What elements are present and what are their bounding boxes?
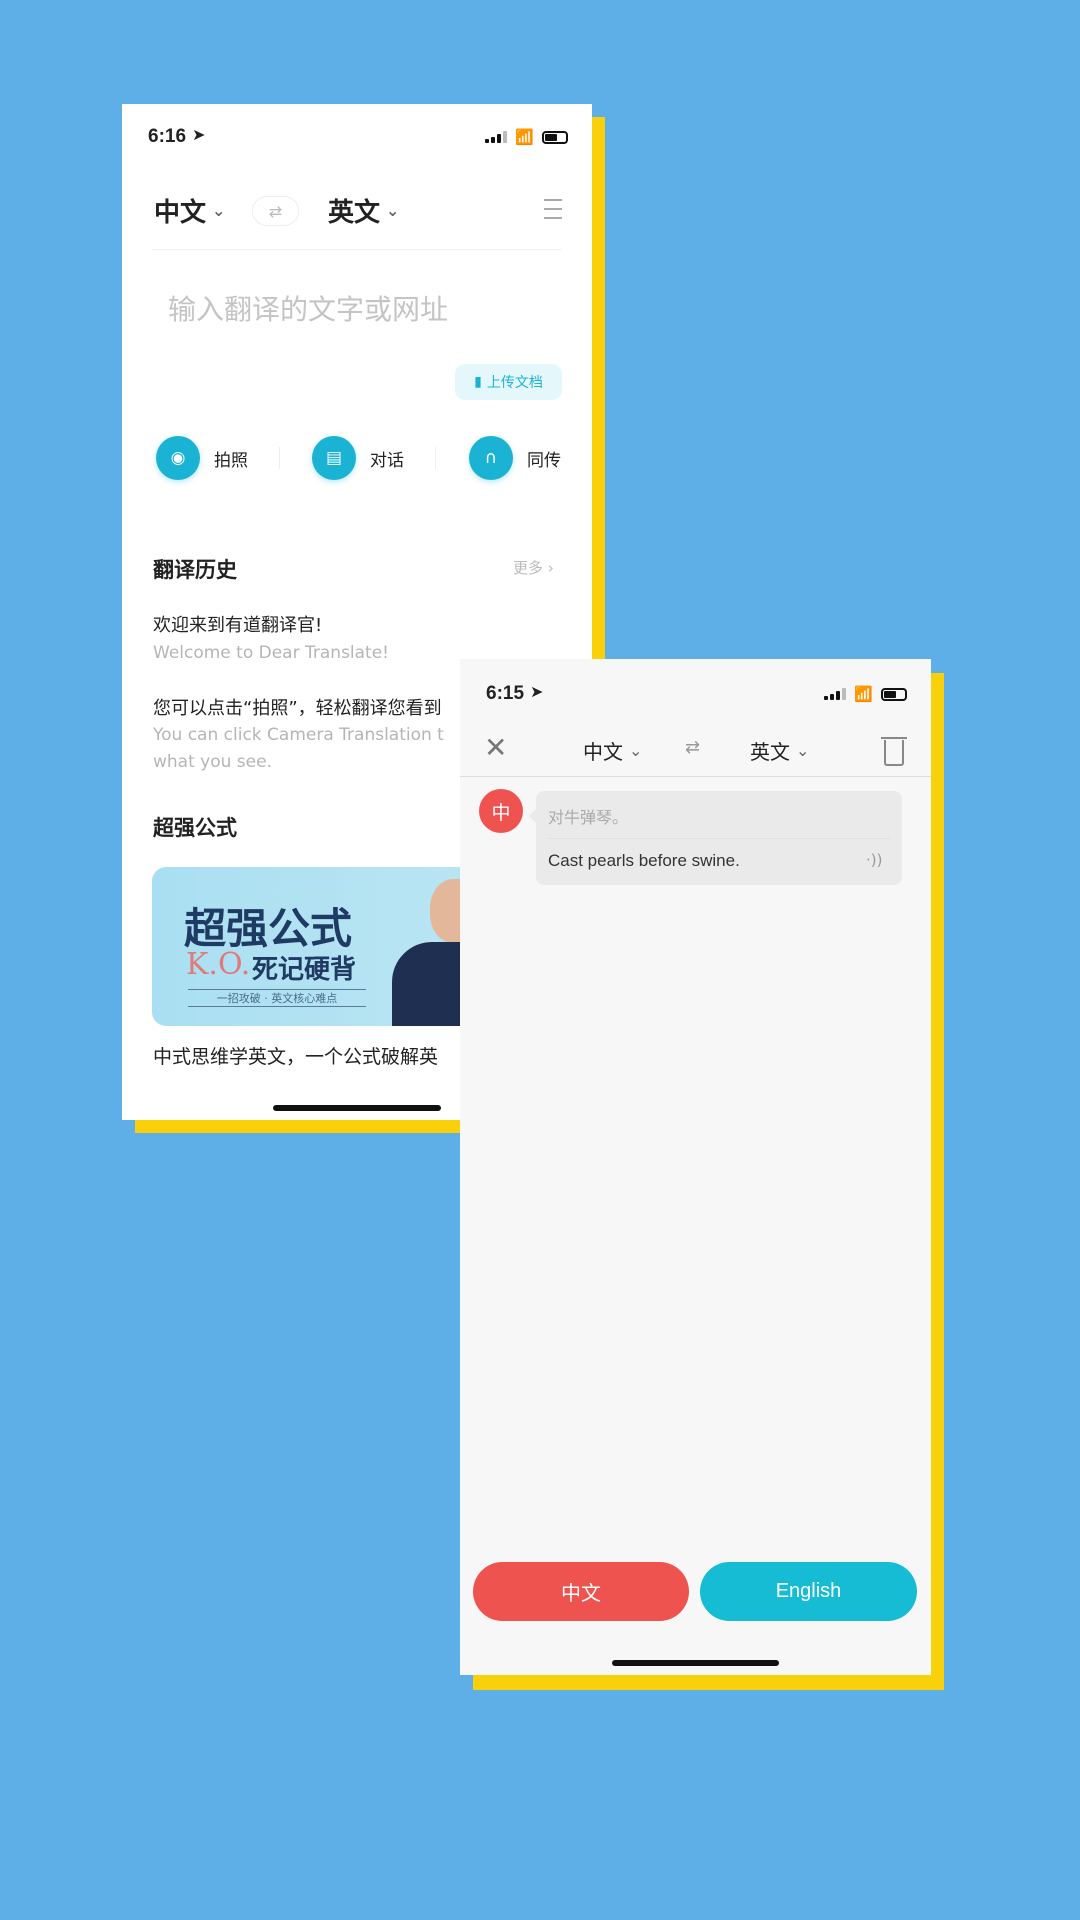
menu-icon[interactable] (544, 199, 562, 219)
history-item-zh[interactable]: 欢迎来到有道翻译官! (153, 611, 322, 637)
signal-icon (824, 688, 847, 700)
history-item-en: You can click Camera Translation t (153, 725, 444, 745)
translate-input[interactable]: 输入翻译的文字或网址 (168, 288, 448, 328)
home-indicator (612, 1660, 779, 1666)
close-icon[interactable]: ✕ (484, 731, 507, 764)
target-lang: 英文 (328, 198, 381, 228)
status-time: 6:16 (148, 126, 187, 147)
message-bubble[interactable]: 对牛弹琴。 Cast pearls before swine. ·)) (529, 791, 902, 885)
chevron-down-icon: ⌄ (796, 741, 810, 760)
simultaneous-icon: ∩ (469, 436, 513, 480)
trash-icon[interactable] (881, 737, 907, 766)
status-icons: 📶 (485, 128, 568, 146)
divider (152, 249, 562, 250)
battery-icon (881, 687, 907, 701)
chat-icon: ▤ (312, 436, 356, 480)
source-text: 对牛弹琴。 (548, 808, 629, 827)
history-item-zh[interactable]: 您可以点击“拍照”，轻松翻译您看到 (153, 694, 442, 720)
signal-icon (485, 131, 508, 143)
tool-conversation[interactable]: ▤ 对话 (312, 436, 404, 480)
divider (548, 838, 890, 839)
divider (460, 776, 931, 777)
wifi-icon: 📶 (515, 128, 534, 146)
history-title: 翻译历史 (153, 558, 237, 582)
speak-chinese-button[interactable]: 中文 (473, 1562, 689, 1621)
chevron-down-icon: ⌄ (386, 201, 400, 220)
chevron-down-icon: ⌄ (212, 201, 226, 220)
wifi-icon: 📶 (854, 685, 873, 703)
status-time: 6:15 (486, 683, 525, 704)
translation-text: Cast pearls before swine. (548, 851, 740, 870)
source-lang-selector[interactable]: 中文 ⌄ (154, 192, 225, 229)
tool-camera[interactable]: ◉ 拍照 (156, 436, 248, 480)
location-icon: ➤ (192, 125, 206, 144)
camera-icon: ◉ (156, 436, 200, 480)
swap-languages-button[interactable]: ⇄ (685, 737, 700, 758)
target-lang-selector[interactable]: 英文 ⌄ (750, 736, 809, 765)
history-item-en-cont: what you see. (153, 752, 272, 772)
tool-simultaneous[interactable]: ∩ 同传 (469, 436, 561, 480)
avatar: 中 (479, 789, 523, 833)
source-lang: 中文 (154, 198, 207, 228)
upload-document-button[interactable]: ▮ 上传文档 (455, 364, 562, 400)
conversation-screen: 6:15 ➤ 📶 ✕ 中文 ⌄ ⇄ 英文 ⌄ 中 对牛弹琴。 Cast pearls… (460, 659, 931, 1675)
battery-icon (542, 130, 568, 144)
speaker-icon[interactable]: ·)) (866, 851, 882, 869)
speak-english-button[interactable]: English (700, 1562, 917, 1621)
source-lang-selector[interactable]: 中文 ⌄ (583, 736, 642, 765)
home-indicator (273, 1105, 441, 1111)
status-icons: 📶 (824, 685, 907, 703)
more-link[interactable]: 更多 › (513, 557, 554, 578)
location-icon: ➤ (530, 682, 544, 701)
chevron-down-icon: ⌄ (629, 741, 643, 760)
target-lang-selector[interactable]: 英文 ⌄ (328, 192, 399, 229)
divider (279, 447, 280, 469)
promo-title: 超强公式 (153, 816, 237, 840)
history-item-en: Welcome to Dear Translate! (153, 643, 389, 663)
document-icon: ▮ (474, 374, 482, 390)
promo-caption[interactable]: 中式思维学英文，一个公式破解英 (153, 1042, 438, 1069)
divider (435, 447, 436, 469)
swap-languages-button[interactable]: ⇄ (252, 196, 299, 226)
